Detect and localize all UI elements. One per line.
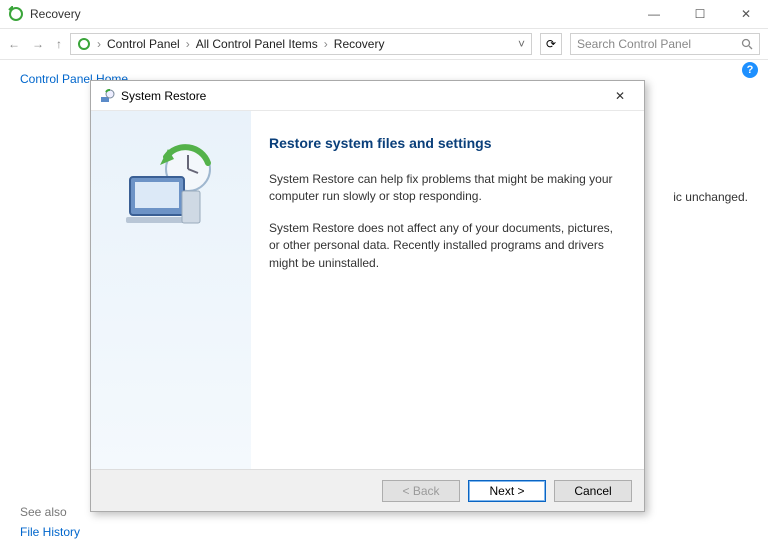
breadcrumb-seg-3[interactable]: Recovery bbox=[334, 37, 385, 51]
cancel-button[interactable]: Cancel bbox=[554, 480, 632, 502]
refresh-button[interactable]: ⟳ bbox=[540, 33, 562, 55]
close-window-button[interactable]: ✕ bbox=[732, 4, 760, 24]
system-restore-dialog: System Restore ✕ bbox=[90, 80, 645, 512]
see-also-title: See also bbox=[20, 505, 80, 519]
search-placeholder: Search Control Panel bbox=[577, 37, 691, 51]
up-button[interactable]: ↑ bbox=[56, 37, 62, 51]
parent-titlebar: Recovery — ☐ ✕ bbox=[0, 0, 768, 28]
breadcrumb-icon bbox=[77, 37, 91, 51]
chevron-right-icon: › bbox=[95, 37, 103, 51]
dialog-paragraph-2: System Restore does not affect any of yo… bbox=[269, 220, 618, 272]
forward-button[interactable]: → bbox=[32, 37, 44, 51]
search-input[interactable]: Search Control Panel bbox=[570, 33, 760, 55]
dialog-close-button[interactable]: ✕ bbox=[604, 84, 636, 108]
dialog-titlebar: System Restore ✕ bbox=[91, 81, 644, 111]
parent-title: Recovery bbox=[30, 7, 81, 21]
search-icon bbox=[741, 38, 753, 50]
dialog-title: System Restore bbox=[121, 89, 206, 103]
system-restore-illustration-icon bbox=[116, 139, 226, 239]
background-text-fragment: ic unchanged. bbox=[673, 190, 748, 204]
breadcrumb-seg-2[interactable]: All Control Panel Items bbox=[196, 37, 318, 51]
see-also-section: See also File History bbox=[20, 505, 80, 539]
breadcrumb[interactable]: › Control Panel › All Control Panel Item… bbox=[70, 33, 532, 55]
dialog-sidebar bbox=[91, 111, 251, 469]
back-button[interactable]: ← bbox=[8, 37, 20, 51]
dialog-heading: Restore system files and settings bbox=[269, 135, 618, 151]
navbar: ← → ↑ › Control Panel › All Control Pane… bbox=[0, 28, 768, 60]
chevron-right-icon: › bbox=[184, 37, 192, 51]
system-restore-icon bbox=[99, 88, 115, 104]
dialog-footer: < Back Next > Cancel bbox=[91, 469, 644, 511]
chevron-right-icon: › bbox=[322, 37, 330, 51]
breadcrumb-seg-1[interactable]: Control Panel bbox=[107, 37, 180, 51]
file-history-link[interactable]: File History bbox=[20, 525, 80, 539]
back-button-dialog: < Back bbox=[382, 480, 460, 502]
dialog-main: Restore system files and settings System… bbox=[251, 111, 644, 469]
breadcrumb-dropdown-icon[interactable]: ˅ bbox=[518, 37, 525, 51]
minimize-button[interactable]: — bbox=[640, 4, 668, 24]
recovery-icon bbox=[8, 6, 24, 22]
window-controls: — ☐ ✕ bbox=[640, 4, 760, 24]
maximize-button[interactable]: ☐ bbox=[686, 4, 714, 24]
next-button[interactable]: Next > bbox=[468, 480, 546, 502]
dialog-paragraph-1: System Restore can help fix problems tha… bbox=[269, 171, 618, 206]
